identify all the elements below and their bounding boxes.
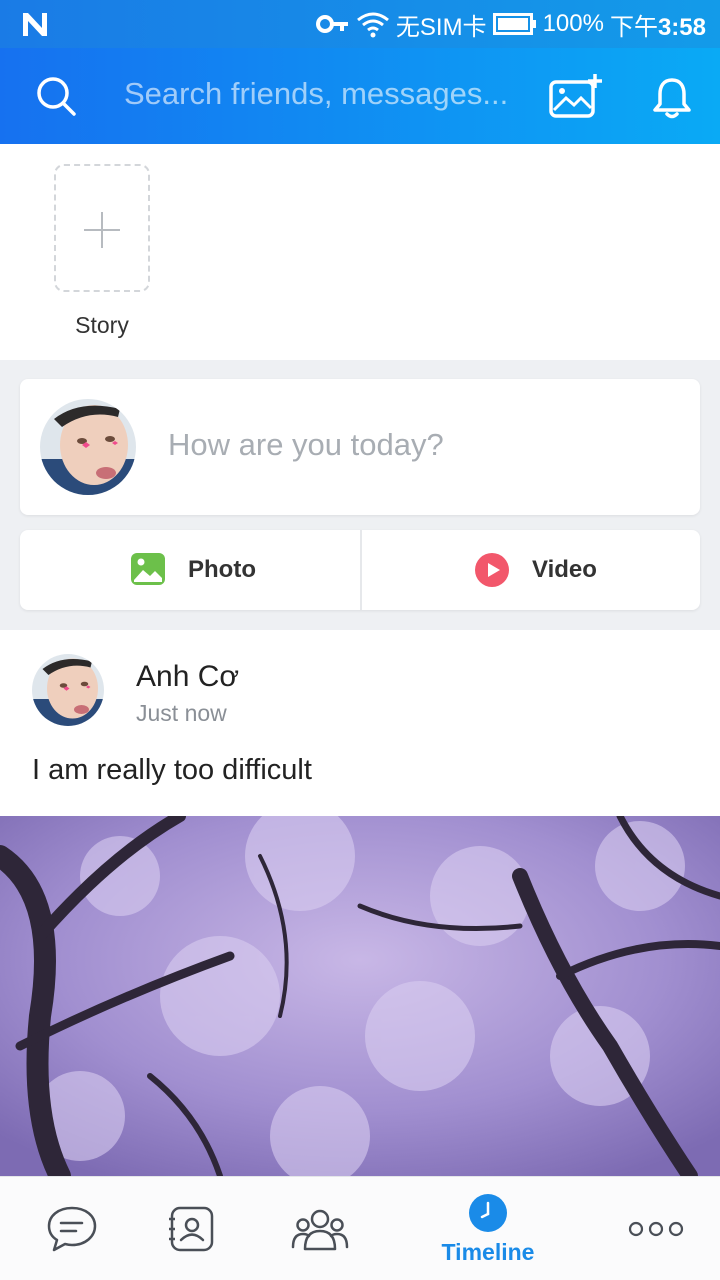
- plus-icon: [84, 212, 120, 248]
- post-author-avatar[interactable]: [32, 654, 104, 726]
- search-icon[interactable]: [34, 74, 78, 118]
- media-actions: Photo Video: [20, 530, 700, 610]
- notification-n-icon: [23, 13, 47, 36]
- nav-timeline[interactable]: Timeline: [416, 1177, 560, 1280]
- clock-time: 3:58: [657, 13, 706, 41]
- wifi-icon: [356, 12, 389, 38]
- nav-groups[interactable]: [248, 1177, 392, 1280]
- nav-more[interactable]: [584, 1177, 720, 1280]
- bell-icon[interactable]: [648, 74, 696, 122]
- battery-percent: 100%: [542, 10, 604, 37]
- add-story-button[interactable]: [54, 164, 150, 292]
- timeline-post: Anh Cơ Just now I am really too difficul…: [0, 630, 720, 1176]
- status-input[interactable]: How are you today?: [168, 427, 444, 463]
- nav-timeline-label: Timeline: [441, 1239, 535, 1265]
- vpn-key-icon: [315, 15, 348, 33]
- story-section: Story: [0, 144, 720, 360]
- clock-icon: [469, 1194, 507, 1232]
- story-label: Story: [75, 312, 129, 338]
- time-prefix: 下午: [609, 13, 658, 41]
- post-text: I am really too difficult: [32, 754, 312, 786]
- photo-icon: [131, 553, 165, 585]
- avatar[interactable]: [40, 399, 136, 495]
- post-timestamp: Just now: [136, 700, 227, 726]
- nav-contacts[interactable]: [120, 1177, 264, 1280]
- search-input[interactable]: Search friends, messages...: [124, 76, 524, 116]
- photo-button[interactable]: Photo: [20, 530, 360, 610]
- battery-icon: [492, 13, 536, 35]
- video-play-icon: [475, 553, 509, 587]
- add-photo-icon[interactable]: [548, 72, 604, 120]
- post-author-name[interactable]: Anh Cơ: [136, 660, 239, 694]
- more-icon: [628, 1221, 684, 1237]
- status-bar: 无SIM卡 100% 下午3:58: [0, 0, 720, 48]
- groups-icon: [291, 1209, 349, 1251]
- chat-icon: [47, 1206, 97, 1252]
- video-button[interactable]: Video: [360, 530, 700, 610]
- video-label: Video: [532, 556, 597, 583]
- photo-label: Photo: [188, 556, 256, 583]
- bottom-navigation: Timeline: [0, 1176, 720, 1280]
- contacts-icon: [169, 1206, 214, 1252]
- sim-status-text: 无SIM卡: [395, 13, 487, 41]
- post-image[interactable]: [0, 816, 720, 1176]
- status-composer[interactable]: How are you today?: [20, 379, 700, 515]
- top-header: Search friends, messages...: [0, 48, 720, 144]
